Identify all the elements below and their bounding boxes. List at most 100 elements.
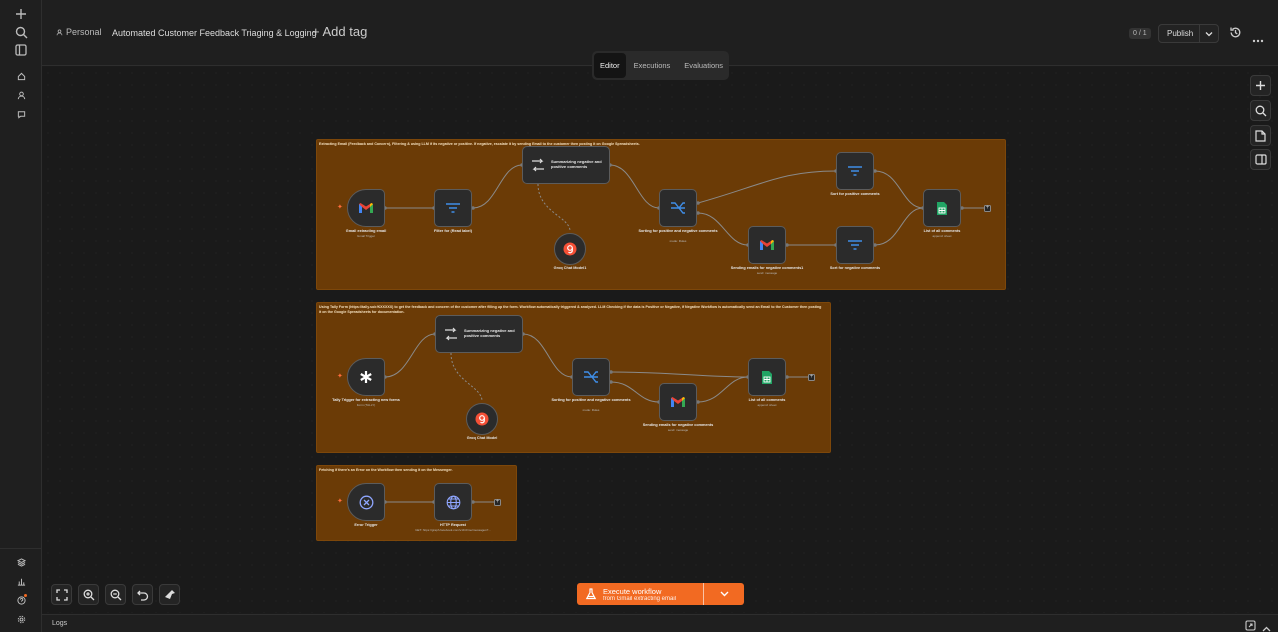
node-label: Groq Chat Model bbox=[466, 436, 498, 440]
user-icon[interactable] bbox=[0, 89, 42, 101]
node-gmail-send-2[interactable] bbox=[659, 383, 697, 421]
add-node-button[interactable]: + bbox=[494, 499, 501, 506]
node-label: Sort for negative comments bbox=[829, 266, 881, 270]
execute-title: Execute workflow bbox=[603, 586, 662, 596]
node-sort-positive[interactable] bbox=[836, 152, 874, 190]
google-sheets-icon bbox=[937, 201, 947, 215]
node-ai-agent-2[interactable]: Summarizing negative and positive commen… bbox=[435, 315, 523, 353]
execute-workflow-button[interactable]: Execute workflow from Gmail extracting e… bbox=[577, 583, 744, 605]
add-node-toolbar-button[interactable] bbox=[1250, 75, 1271, 96]
node-switch-1[interactable] bbox=[659, 189, 697, 227]
zoom-out-icon bbox=[110, 589, 121, 600]
agent-icon bbox=[445, 327, 457, 341]
node-error-trigger[interactable] bbox=[347, 483, 385, 521]
chevron-up-icon[interactable] bbox=[1262, 619, 1271, 632]
tab-editor[interactable]: Editor bbox=[594, 53, 626, 78]
edge bbox=[610, 371, 749, 378]
templates-icon[interactable] bbox=[0, 556, 42, 568]
help-icon[interactable] bbox=[0, 594, 42, 606]
node-gmail-send-1[interactable] bbox=[748, 226, 786, 264]
edge-ai-model bbox=[450, 352, 483, 402]
node-google-sheets-2[interactable] bbox=[748, 358, 786, 396]
add-icon[interactable] bbox=[0, 6, 42, 22]
node-filter-read[interactable] bbox=[434, 189, 472, 227]
node-subtitle: Gmail Trigger bbox=[356, 234, 375, 238]
node-label: Summarizing negative and positive commen… bbox=[551, 159, 602, 169]
node-label: Sorting for positive and negative commen… bbox=[551, 398, 631, 402]
view-tabs: Editor Executions Evaluations bbox=[592, 51, 729, 80]
connections-layer bbox=[383, 163, 984, 504]
node-http-request[interactable] bbox=[434, 483, 472, 521]
add-sticky-button[interactable] bbox=[1250, 125, 1271, 146]
plus-icon bbox=[1256, 81, 1265, 90]
publish-label: Publish bbox=[1167, 29, 1194, 38]
panel-icon bbox=[1254, 154, 1267, 165]
filter-icon bbox=[848, 240, 862, 250]
node-label: Tally Trigger for extracting new forms bbox=[332, 398, 400, 402]
node-switch-2[interactable] bbox=[572, 358, 610, 396]
insights-icon[interactable] bbox=[0, 575, 42, 587]
node-groq-model-2[interactable] bbox=[466, 403, 498, 435]
node-gmail-trigger[interactable] bbox=[347, 189, 385, 227]
node-groq-model-1[interactable] bbox=[554, 233, 586, 265]
node-subtitle: send: message bbox=[756, 271, 778, 275]
history-icon[interactable] bbox=[1229, 26, 1242, 44]
toggle-sidebar-icon[interactable] bbox=[0, 42, 42, 58]
search-icon[interactable] bbox=[0, 24, 42, 40]
tab-executions[interactable]: Executions bbox=[628, 53, 677, 78]
node-google-sheets-1[interactable] bbox=[923, 189, 961, 227]
gmail-icon bbox=[671, 397, 685, 407]
sticky-note-icon bbox=[1255, 129, 1266, 142]
workflow-canvas[interactable]: Extracting Email (Feedback and Concern),… bbox=[42, 67, 1278, 613]
groq-icon bbox=[475, 412, 489, 426]
tally-icon bbox=[360, 371, 372, 383]
node-label: Sending emails for negative comments bbox=[642, 423, 714, 427]
node-sort-negative[interactable] bbox=[836, 226, 874, 264]
node-tally-trigger[interactable] bbox=[347, 358, 385, 396]
add-tag-button[interactable]: + Add tag bbox=[312, 24, 367, 39]
home-icon[interactable] bbox=[0, 70, 42, 82]
version-badge: 0 / 1 bbox=[1129, 28, 1151, 39]
node-subtitle: GET: https://graph.facebook.com/v19.0/me… bbox=[415, 528, 491, 532]
execute-main[interactable]: Execute workflow from Gmail extracting e… bbox=[577, 583, 703, 605]
publish-button[interactable]: Publish bbox=[1158, 24, 1219, 43]
more-options-icon[interactable] bbox=[1252, 30, 1264, 48]
execute-dropdown-button[interactable] bbox=[704, 583, 744, 605]
zoom-in-button[interactable] bbox=[78, 584, 99, 605]
edge bbox=[874, 207, 924, 246]
add-node-button[interactable]: + bbox=[808, 374, 815, 381]
zoom-out-button[interactable] bbox=[105, 584, 126, 605]
globe-icon bbox=[446, 495, 460, 509]
execute-text: Execute workflow from Gmail extracting e… bbox=[603, 587, 676, 602]
toggle-panel-button[interactable] bbox=[1250, 149, 1271, 170]
project-name[interactable]: Personal bbox=[66, 27, 102, 37]
node-ai-agent-1[interactable]: Summarizing negative and positive commen… bbox=[522, 146, 610, 184]
search-nodes-button[interactable] bbox=[1250, 100, 1271, 121]
chat-icon[interactable] bbox=[0, 108, 42, 120]
node-label: List of all comments bbox=[923, 229, 961, 233]
edge bbox=[384, 333, 436, 378]
undo-button[interactable] bbox=[132, 584, 153, 605]
edge bbox=[874, 170, 924, 209]
node-subtitle: append: sheet bbox=[932, 234, 952, 238]
switch-icon bbox=[671, 202, 685, 214]
popout-icon[interactable] bbox=[1245, 618, 1256, 632]
workflow-name[interactable]: Automated Customer Feedback Triaging & L… bbox=[112, 28, 317, 38]
logs-bar[interactable]: Logs bbox=[42, 614, 1278, 632]
broom-icon bbox=[164, 589, 175, 599]
user-icon bbox=[56, 29, 63, 35]
search-icon bbox=[1255, 105, 1266, 116]
node-subtitle: send: message bbox=[667, 428, 689, 432]
chevron-down-icon bbox=[720, 591, 728, 597]
fit-view-button[interactable] bbox=[51, 584, 72, 605]
settings-gear-icon[interactable] bbox=[0, 613, 42, 625]
tab-evaluations[interactable]: Evaluations bbox=[678, 53, 729, 78]
add-node-button[interactable]: + bbox=[984, 205, 991, 212]
node-subtitle: mode: Rules bbox=[669, 239, 687, 243]
chevron-down-icon[interactable] bbox=[1200, 31, 1218, 37]
tidy-up-button[interactable] bbox=[159, 584, 180, 605]
project-breadcrumb[interactable]: Personal bbox=[56, 27, 102, 37]
n8n-app: Personal Automated Customer Feedback Tri… bbox=[0, 0, 1278, 632]
edge bbox=[472, 164, 523, 209]
gmail-icon bbox=[359, 203, 373, 213]
